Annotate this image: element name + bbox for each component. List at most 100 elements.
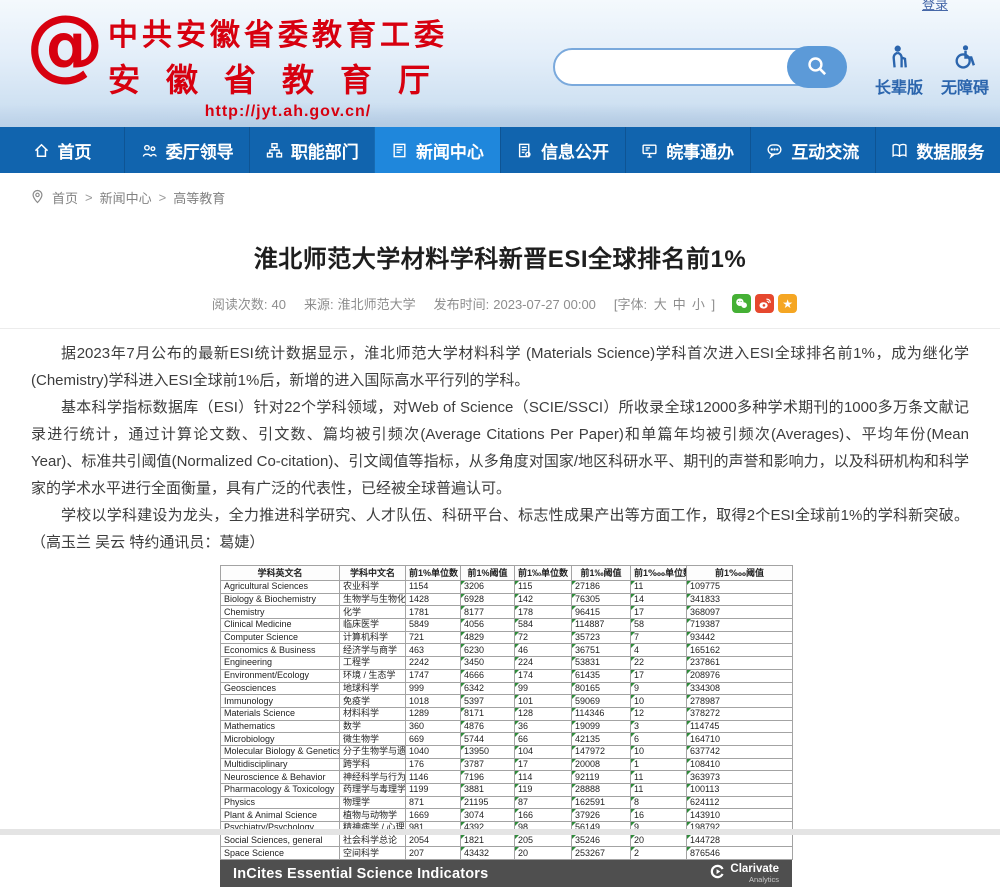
wechat-share-icon[interactable] [732, 294, 751, 313]
table-cell: 80165 [572, 682, 631, 695]
nav-item-6[interactable]: 皖事通办 [625, 127, 750, 173]
esi-table-wrap: 学科英文名学科中文名前1%单位数前1%阈值前1‰单位数前1‰阈值前1‱单位数前1… [220, 565, 792, 887]
table-cell: 3450 [461, 657, 515, 670]
table-cell: 免疫学 [340, 695, 406, 708]
nav-item-7[interactable]: 互动交流 [750, 127, 875, 173]
nav-item-2[interactable]: 委厅领导 [124, 127, 249, 173]
table-cell: Environment/Ecology [221, 669, 340, 682]
font-size-option-3[interactable]: 小 [692, 297, 705, 312]
table-cell: 35723 [572, 631, 631, 644]
table-cell: 93442 [687, 631, 793, 644]
table-cell: 12 [631, 707, 687, 720]
table-cell: 3 [631, 720, 687, 733]
elder-version-label: 长辈版 [868, 74, 930, 98]
table-cell: Engineering [221, 657, 340, 670]
search-input[interactable] [569, 50, 773, 86]
search-bar [553, 48, 845, 86]
table-cell: 341833 [687, 593, 793, 606]
accessibility-button[interactable]: 无障碍 [934, 44, 996, 98]
nav-item-8[interactable]: 数据服务 [875, 127, 1000, 173]
nav-item-3[interactable]: 职能部门 [249, 127, 374, 173]
table-cell: 119 [515, 784, 572, 797]
table-column-header: 前1‱阈值 [687, 566, 793, 581]
table-cell: 工程学 [340, 657, 406, 670]
table-cell: 5744 [461, 733, 515, 746]
nav-item-label: 新闻中心 [416, 138, 484, 163]
table-column-header: 前1‰阈值 [572, 566, 631, 581]
table-cell: 微生物学 [340, 733, 406, 746]
font-size-option-2[interactable]: 中 [673, 297, 686, 312]
table-cell: 104 [515, 745, 572, 758]
table-cell: 1018 [406, 695, 461, 708]
table-cell: 66 [515, 733, 572, 746]
table-cell: 363973 [687, 771, 793, 784]
table-cell: 4876 [461, 720, 515, 733]
table-cell: 87 [515, 796, 572, 809]
table-cell: 178 [515, 606, 572, 619]
table-cell: 224 [515, 657, 572, 670]
table-cell: 96415 [572, 606, 631, 619]
table-row: Plant & Animal Science植物与动物学166930741663… [221, 809, 793, 822]
favorite-star-icon[interactable]: ★ [778, 294, 797, 313]
elder-person-icon [868, 44, 930, 72]
table-cell: 237861 [687, 657, 793, 670]
table-cell: 164710 [687, 733, 793, 746]
font-size-option-1[interactable]: 大 [654, 297, 667, 312]
nav-item-1[interactable]: 首页 [0, 127, 124, 173]
table-cell: 2242 [406, 657, 461, 670]
table-cell: 1154 [406, 581, 461, 594]
table-cell: 109775 [687, 581, 793, 594]
breadcrumb-item-2[interactable]: 新闻中心 [100, 188, 152, 207]
breadcrumb-item-3[interactable]: 高等教育 [173, 188, 225, 207]
article-title: 淮北师范大学材料学科新晋ESI全球排名前1% [40, 239, 960, 274]
table-cell: 144728 [687, 834, 793, 847]
table-row: Agricultural Sciences农业科学115432061152718… [221, 581, 793, 594]
table-cell: 16 [631, 809, 687, 822]
table-cell: 147972 [572, 745, 631, 758]
table-cell: 计算机科学 [340, 631, 406, 644]
table-row: Social Sciences, general社会科学总论2054182120… [221, 834, 793, 847]
table-cell: 208976 [687, 669, 793, 682]
share-icons: ★ [732, 294, 797, 313]
table-cell: 11 [631, 581, 687, 594]
table-cell: Geosciences [221, 682, 340, 695]
table-header-row: 学科英文名学科中文名前1%单位数前1%阈值前1‰单位数前1‰阈值前1‱单位数前1… [221, 566, 793, 581]
table-cell: 临床医学 [340, 619, 406, 632]
table-cell: 20 [631, 834, 687, 847]
nav-item-4[interactable]: 新闻中心 [374, 127, 499, 173]
search-button[interactable] [787, 46, 847, 88]
table-cell: 46 [515, 644, 572, 657]
org-name-line1: 中共安徽省委教育工委 [108, 10, 468, 54]
table-cell: Social Sciences, general [221, 834, 340, 847]
breadcrumb-item-1[interactable]: 首页 [52, 188, 78, 207]
table-cell: 11 [631, 771, 687, 784]
table-cell: 19099 [572, 720, 631, 733]
clarivate-logo-icon [710, 864, 725, 884]
table-row: Immunology免疫学101853971015906910278987 [221, 695, 793, 708]
table-cell: 584 [515, 619, 572, 632]
table-cell: 数学 [340, 720, 406, 733]
table-cell: 637742 [687, 745, 793, 758]
table-cell: Multidisciplinary [221, 758, 340, 771]
site-org-block: 中共安徽省委教育工委 安徽省教育厅 http://jyt.ah.gov.cn/ [108, 10, 468, 121]
table-cell: 871 [406, 796, 461, 809]
table-cell: 174 [515, 669, 572, 682]
nav-item-label: 皖事通办 [666, 138, 734, 163]
table-cell: Pharmacology & Toxicology [221, 784, 340, 797]
table-cell: 经济学与商学 [340, 644, 406, 657]
login-link[interactable]: 登录 [922, 0, 948, 13]
clarivate-label: Clarivate [730, 864, 779, 876]
table-cell: Materials Science [221, 707, 340, 720]
table-cell: Neuroscience & Behavior [221, 771, 340, 784]
site-logo-icon: @ [26, 6, 104, 84]
table-body: Agricultural Sciences农业科学115432061152718… [221, 581, 793, 860]
elder-version-button[interactable]: 长辈版 [868, 44, 930, 98]
table-row: Computer Science计算机科学7214829723572379344… [221, 631, 793, 644]
table-cell: 21195 [461, 796, 515, 809]
table-cell: 14 [631, 593, 687, 606]
table-cell: 108410 [687, 758, 793, 771]
weibo-share-icon[interactable] [755, 294, 774, 313]
nav-item-5[interactable]: 信息公开 [500, 127, 625, 173]
table-cell: Space Science [221, 847, 340, 860]
breadcrumb: 首页>新闻中心>高等教育 [0, 173, 1000, 215]
